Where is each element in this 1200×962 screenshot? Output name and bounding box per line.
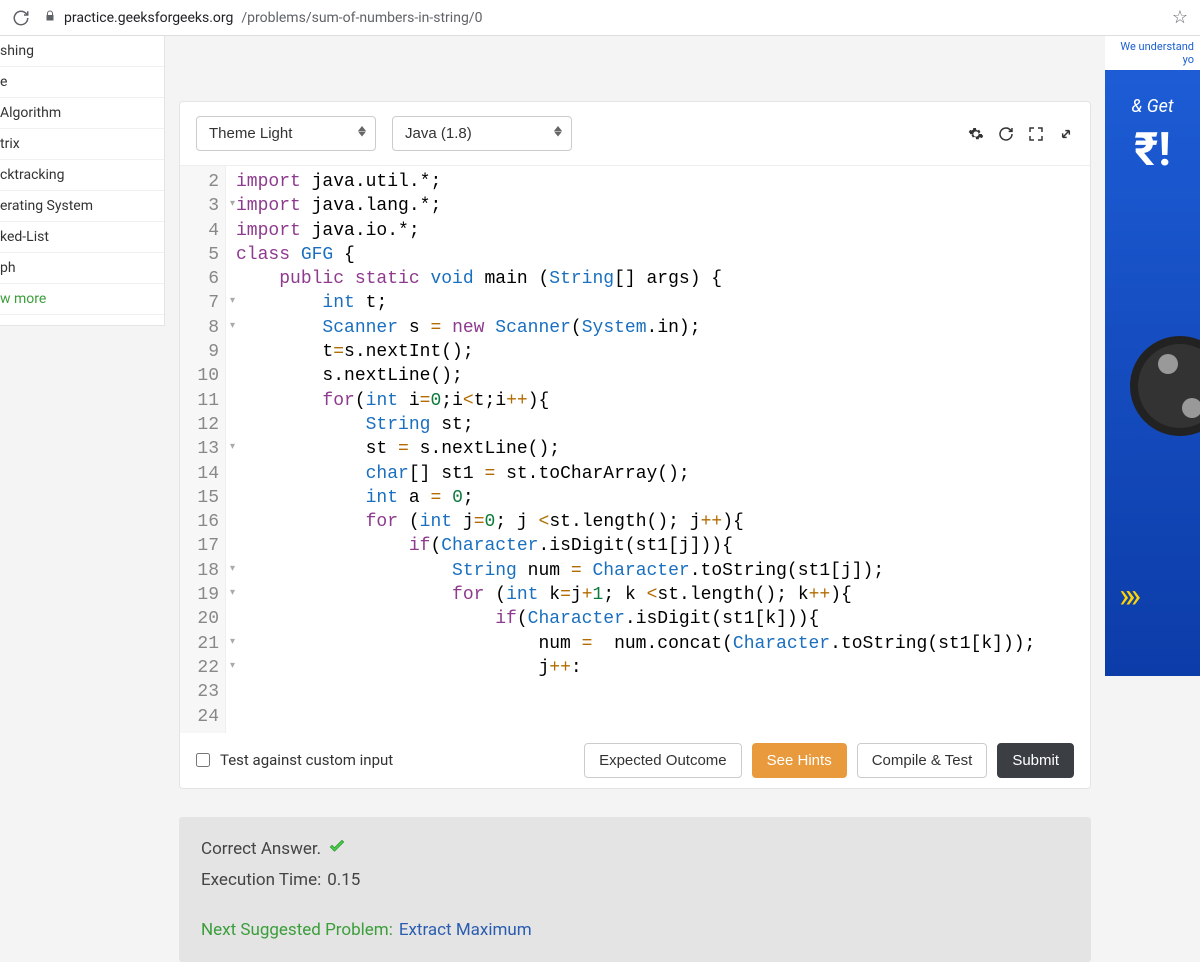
- sidebar-item[interactable]: e: [0, 67, 164, 98]
- custom-input-toggle[interactable]: Test against custom input: [196, 751, 393, 769]
- sidebar-item[interactable]: Algorithm: [0, 98, 164, 129]
- language-select[interactable]: Java (1.8): [392, 116, 572, 151]
- url-domain: practice.geeksforgeeks.org: [64, 10, 233, 26]
- line-number-gutter: 23456789101112131415161718192021222324: [180, 166, 226, 733]
- browser-address-bar: practice.geeksforgeeks.org/problems/sum-…: [0, 0, 1200, 36]
- expected-outcome-button[interactable]: Expected Outcome: [584, 743, 742, 778]
- sidebar-item[interactable]: trix: [0, 129, 164, 160]
- ad-get-text: & Get: [1105, 96, 1200, 117]
- editor-action-row: Test against custom input Expected Outco…: [180, 733, 1090, 788]
- advertisement-banner[interactable]: We understand yo & Get ₹! »»: [1105, 36, 1200, 676]
- next-problem-link[interactable]: Extract Maximum: [399, 920, 532, 940]
- code-content[interactable]: import java.util.*;import java.lang.*;im…: [226, 166, 1090, 733]
- chevron-right-icon: »»: [1119, 576, 1131, 616]
- fullscreen-icon[interactable]: [1028, 126, 1044, 142]
- editor-toolbar: Theme Light Java (1.8): [180, 102, 1090, 165]
- theme-select[interactable]: Theme Light: [196, 116, 376, 151]
- reload-icon[interactable]: [12, 9, 30, 27]
- reset-code-icon[interactable]: [998, 126, 1014, 142]
- submission-result-panel: Correct Answer. Execution Time: 0.15 Next…: [179, 817, 1091, 962]
- submit-button[interactable]: Submit: [997, 743, 1074, 778]
- sidebar-item[interactable]: erating System: [0, 191, 164, 222]
- see-hints-button[interactable]: See Hints: [752, 743, 847, 778]
- bookmark-star-icon[interactable]: ☆: [1172, 7, 1188, 28]
- url-path: /problems/sum-of-numbers-in-string/0: [241, 10, 482, 26]
- ad-tagline: We understand yo: [1105, 36, 1200, 70]
- sidebar-item[interactable]: cktracking: [0, 160, 164, 191]
- film-reel-icon: [1130, 336, 1200, 436]
- correct-answer-text: Correct Answer.: [201, 839, 321, 859]
- sidebar-show-more[interactable]: w more: [0, 284, 164, 315]
- expand-icon[interactable]: [1058, 126, 1074, 142]
- sidebar-item[interactable]: ph: [0, 253, 164, 284]
- code-editor-panel: Theme Light Java (1.8): [179, 101, 1091, 789]
- next-problem-label: Next Suggested Problem:: [201, 920, 393, 940]
- checkmark-icon: [327, 837, 347, 862]
- settings-gear-icon[interactable]: [968, 126, 984, 142]
- compile-test-button[interactable]: Compile & Test: [857, 743, 988, 778]
- ad-rupee-text: ₹!: [1105, 123, 1200, 177]
- topic-sidebar: shingeAlgorithmtrixcktrackingerating Sys…: [0, 36, 165, 326]
- lock-icon: [44, 10, 56, 25]
- sidebar-item[interactable]: shing: [0, 36, 164, 67]
- url-field[interactable]: practice.geeksforgeeks.org/problems/sum-…: [40, 10, 1162, 26]
- custom-input-checkbox[interactable]: [196, 753, 210, 767]
- custom-input-label: Test against custom input: [220, 751, 393, 769]
- code-editor[interactable]: 23456789101112131415161718192021222324 i…: [180, 165, 1090, 733]
- sidebar-item[interactable]: ked-List: [0, 222, 164, 253]
- execution-time-value: 0.15: [327, 870, 360, 890]
- execution-time-label: Execution Time:: [201, 870, 321, 890]
